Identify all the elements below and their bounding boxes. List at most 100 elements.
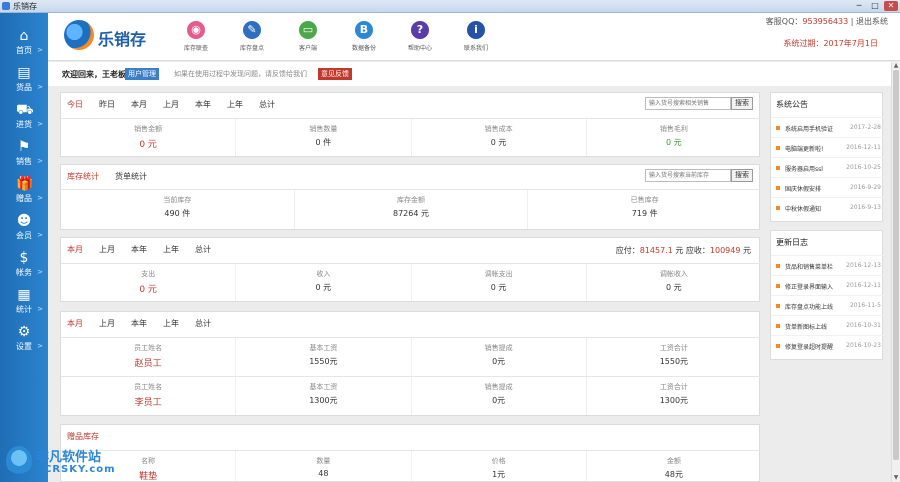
stocktake-icon: ✎ [243,21,261,39]
sidebar-item-accounts[interactable]: $ 帐务 > [0,245,48,285]
tab-total[interactable]: 总计 [195,318,211,329]
stat-value: 0 元 [490,138,507,147]
notice-item[interactable]: 服务器启用ssl 2016-10-25 [771,157,884,177]
minimize-button[interactable]: ─ [852,1,866,11]
staff-total-cell: 工资合计 1300元 [587,377,761,415]
staff-base-salary: 1300元 [309,396,338,405]
tool-contact[interactable]: i 联系我们 [448,21,504,52]
tab-last-year[interactable]: 上年 [163,244,179,255]
sidebar-item-stats[interactable]: ▦ 统计 > [0,282,48,322]
tab-last-year[interactable]: 上年 [227,99,243,110]
tab-this-year[interactable]: 本年 [131,318,147,329]
scroll-thumb[interactable] [893,70,899,460]
changelog-date: 2016-12-13 [846,262,881,269]
stock-search-button[interactable]: 搜索 [731,169,753,182]
gift-panel: 赠品库存 名称 鞋垫 数量 48 价格 1元 金额 48元 [60,424,761,482]
sales-search-button[interactable]: 搜索 [731,97,753,110]
chevron-right-icon: > [37,83,43,91]
exit-link[interactable]: 退出系统 [856,17,888,26]
notice-item[interactable]: 系统启用手机验证 2017-2-28 [771,117,884,137]
maximize-button[interactable]: □ [868,1,882,11]
notice-text: 电脑端更新啦! [785,146,824,153]
feedback-button[interactable]: 意见反馈 [318,68,352,80]
user-manage-button[interactable]: 用户管理 [125,68,159,80]
tab-order-stats[interactable]: 货单统计 [115,171,147,182]
qq-number: 953956433 [802,17,849,26]
scroll-up-icon[interactable]: ▲ [892,62,900,70]
sidebar-item-purchase[interactable]: ⛟ 进货 > [0,97,48,137]
gear-icon: ⚙ [17,324,31,340]
tool-label: 库存联查 [183,45,208,52]
tab-this-year[interactable]: 本年 [195,99,211,110]
stats-icon: ▦ [17,287,31,303]
tab-today[interactable]: 今日 [67,99,83,110]
notice-item[interactable]: 电脑端更新啦! 2016-12-11 [771,137,884,157]
tab-last-month[interactable]: 上月 [163,99,179,110]
feedback-hint: 如果在使用过程中发现问题，请反馈给我们 [174,70,307,78]
separator: | [850,17,854,26]
stat-label: 销售数量 [309,125,338,133]
tab-this-year[interactable]: 本年 [131,244,147,255]
stat-sales-amount: 销售金额 0 元 [61,119,237,156]
title-bar: 乐销存 ─ □ ✕ [0,0,900,13]
tool-backup[interactable]: B 数据备份 [336,21,392,52]
watermark-logo-icon [6,446,32,476]
welcome-bar: 欢迎回来，王老板 用户管理 如果在使用过程中发现问题，请反馈给我们 意见反馈 [48,62,900,86]
member-icon: ☻ [16,213,32,229]
header-contact: 客服QQ：953956433 | 退出系统 [766,16,888,27]
col-label: 基本工资 [309,344,338,352]
sidebar-item-gifts[interactable]: 🎁 赠品 > [0,171,48,211]
changelog-item[interactable]: 库存盘点功能上线 2016-11-5 [771,295,884,315]
qq-label: 客服QQ： [765,17,803,26]
tab-last-month[interactable]: 上月 [99,244,115,255]
staff-commission: 0元 [492,357,506,366]
sidebar-item-settings[interactable]: ⚙ 设置 > [0,319,48,359]
tab-this-month[interactable]: 本月 [131,99,147,110]
tool-client[interactable]: ▭ 客户端 [280,21,336,52]
tab-stock-stats[interactable]: 库存统计 [67,171,99,182]
changelog-item[interactable]: 货单新图标上线 2016-10-31 [771,315,884,335]
notice-text: 国庆休假安排 [785,186,822,193]
welcome-text: 欢迎回来，王老板 [62,70,126,79]
tool-stocktake[interactable]: ✎ 库存盘点 [224,21,280,52]
notice-date: 2016-10-25 [846,164,881,171]
tool-label: 数据备份 [351,45,376,52]
changelog-item[interactable]: 修正登录界面输入 2016-12-11 [771,275,884,295]
notice-item[interactable]: 中秋休假通知 2016-9-13 [771,197,884,217]
tab-this-month[interactable]: 本月 [67,244,83,255]
stock-search-input[interactable] [645,169,731,182]
changelog-list: 货品和销售菜单栏 2016-12-13 修正登录界面输入 2016-12-11 库存… [771,255,884,355]
sidebar-item-goods[interactable]: ▤ 货品 > [0,60,48,100]
sidebar-item-sales[interactable]: ⚑ 销售 > [0,134,48,174]
tool-help[interactable]: ? 帮助中心 [392,21,448,52]
tab-total[interactable]: 总计 [259,99,275,110]
tab-last-month[interactable]: 上月 [99,318,115,329]
changelog-date: 2016-11-5 [849,302,881,309]
notice-date: 2016-12-11 [846,144,881,151]
vertical-scrollbar[interactable]: ▲ ▼ [891,62,900,482]
stat-sales-cost: 销售成本 0 元 [412,119,587,156]
tab-total[interactable]: 总计 [195,244,211,255]
watermark-subtext: CRSKY.com [44,464,116,475]
tab-last-year[interactable]: 上年 [163,318,179,329]
tab-yesterday[interactable]: 昨日 [99,99,115,110]
changelog-item[interactable]: 货品和销售菜单栏 2016-12-13 [771,255,884,275]
header: 乐销存 ◉ 库存联查 ✎ 库存盘点 ▭ 客户端 B 数据备份 ? 帮助中心 i … [48,13,900,61]
changelog-item[interactable]: 修复登录超时提醒 2016-10-23 [771,335,884,355]
tab-this-month[interactable]: 本月 [67,318,83,329]
close-button[interactable]: ✕ [884,1,898,11]
notice-item[interactable]: 国庆休假安排 2016-9-29 [771,177,884,197]
tool-inventory-query[interactable]: ◉ 库存联查 [168,21,224,52]
sales-search-input[interactable] [645,97,731,110]
app-icon [2,2,10,10]
sidebar-item-members[interactable]: ☻ 会员 > [0,208,48,248]
sidebar-item-home[interactable]: ⌂ 首页 > [0,23,48,63]
payable-receivable: 应付：81457.1 元 应收：100949 元 [616,245,751,256]
watermark-text: 非凡软件站 [36,450,102,465]
gift-amount: 48元 [664,470,683,479]
stat-value: 719 件 [631,209,658,218]
col-label: 员工姓名 [134,383,163,391]
chevron-right-icon: > [37,46,43,54]
scroll-down-icon[interactable]: ▼ [892,474,900,482]
payable-label: 应付： [615,246,640,255]
